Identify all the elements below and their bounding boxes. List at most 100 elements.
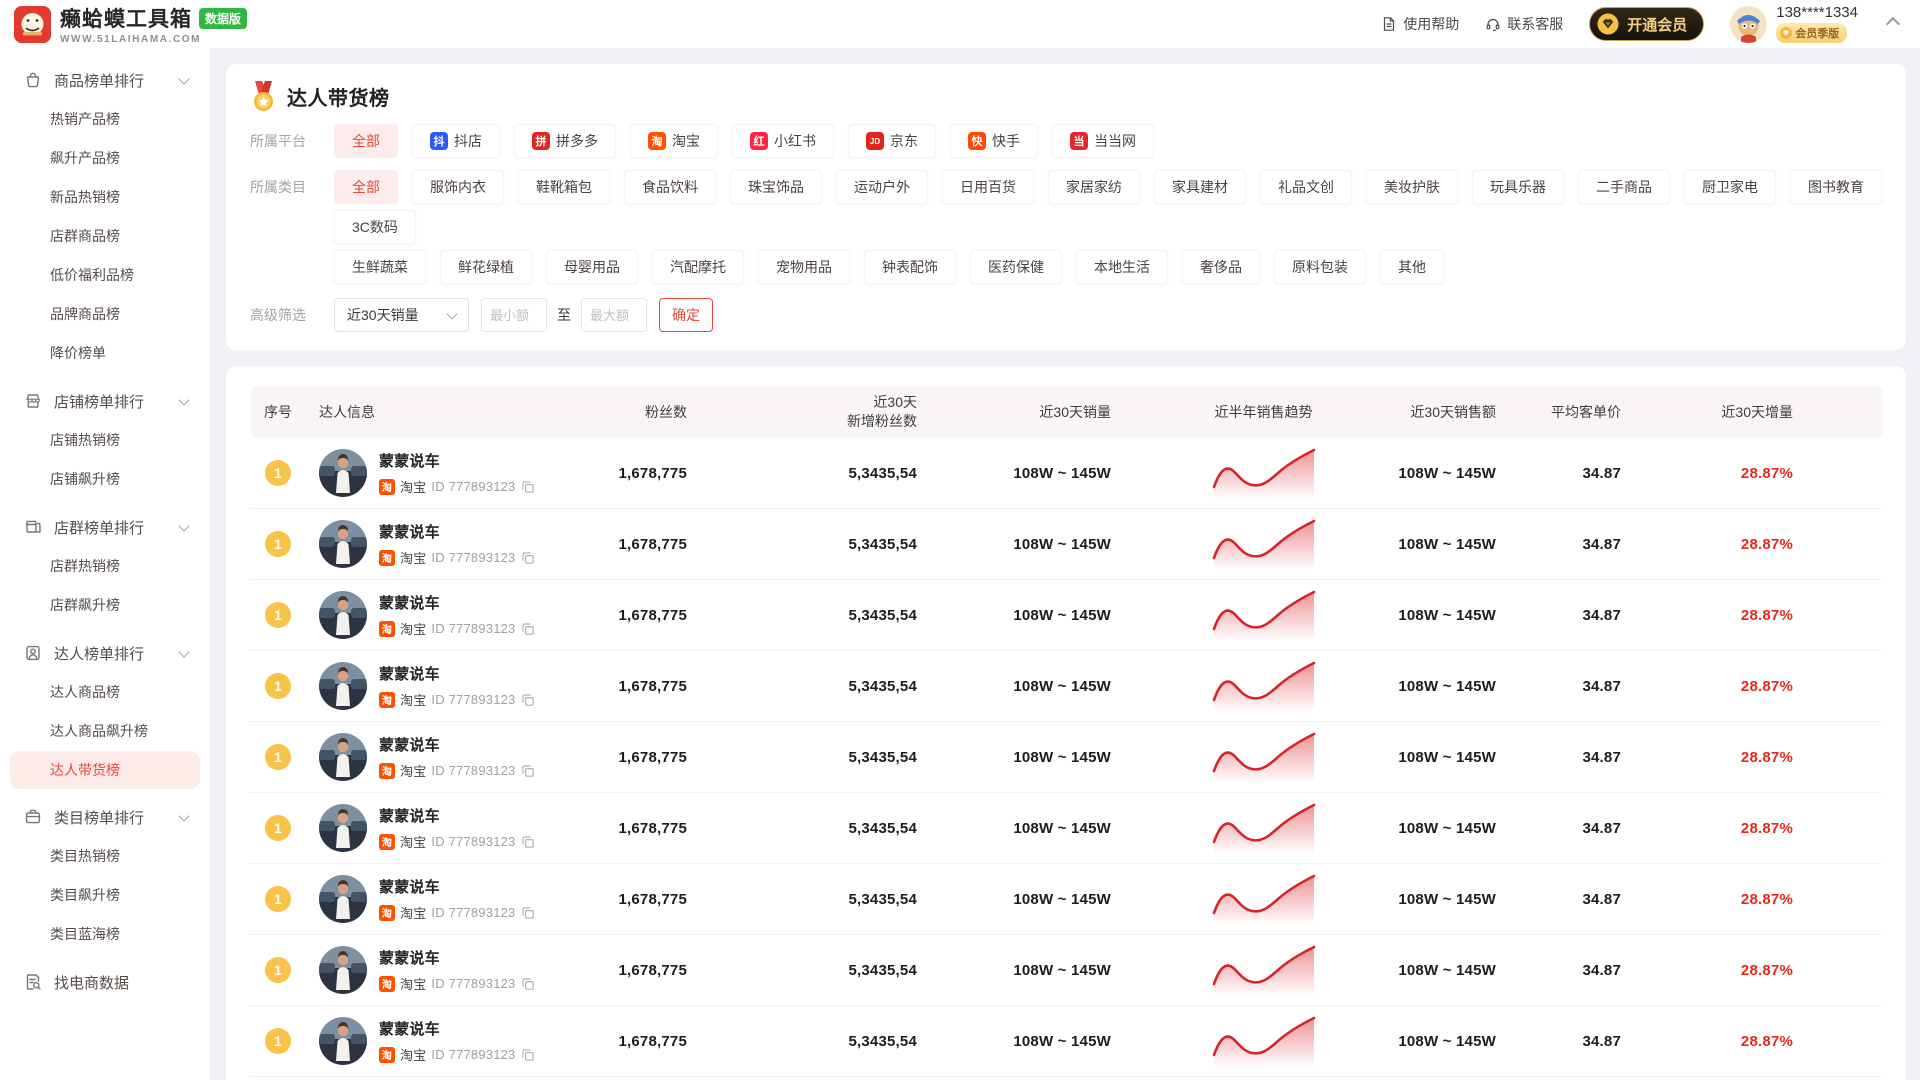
category-pill[interactable]: 家具建材 <box>1154 170 1246 204</box>
category-pill[interactable]: 钟表配饰 <box>864 250 956 284</box>
category-pill[interactable]: 汽配摩托 <box>652 250 744 284</box>
copy-icon[interactable] <box>521 480 535 494</box>
category-pill[interactable]: 日用百货 <box>942 170 1034 204</box>
category-pill[interactable]: 礼品文创 <box>1260 170 1352 204</box>
platform-pill[interactable]: 淘淘宝 <box>630 124 718 158</box>
platform-brand-icon: 当 <box>1070 132 1088 150</box>
category-pill[interactable]: 珠宝饰品 <box>730 170 822 204</box>
sidebar-item[interactable]: 店群热销榜 <box>0 547 210 586</box>
category-pill[interactable]: 运动户外 <box>836 170 928 204</box>
sidebar-section-header[interactable]: 店铺榜单排行 <box>0 381 210 421</box>
sidebar-item[interactable]: 店群飙升榜 <box>0 586 210 625</box>
influencer-avatar[interactable] <box>319 1017 367 1065</box>
category-pill[interactable]: 家居家纺 <box>1048 170 1140 204</box>
copy-icon[interactable] <box>521 764 535 778</box>
confirm-button[interactable]: 确定 <box>659 298 713 332</box>
influencer-name[interactable]: 蒙蒙说车 <box>379 450 535 471</box>
platform-pill[interactable]: 抖抖店 <box>412 124 500 158</box>
platform-pill[interactable]: 红小红书 <box>732 124 834 158</box>
influencer-name[interactable]: 蒙蒙说车 <box>379 734 535 755</box>
min-value-input[interactable] <box>481 298 547 332</box>
influencer-name[interactable]: 蒙蒙说车 <box>379 1018 535 1039</box>
category-pill[interactable]: 厨卫家电 <box>1684 170 1776 204</box>
platform-pill[interactable]: 快快手 <box>950 124 1038 158</box>
sidebar-item[interactable]: 类目蓝海榜 <box>0 915 210 954</box>
sidebar-item[interactable]: 店铺热销榜 <box>0 421 210 460</box>
sidebar-item[interactable]: 品牌商品榜 <box>0 295 210 334</box>
category-pill[interactable]: 服饰内衣 <box>412 170 504 204</box>
sidebar-section-header[interactable]: 达人榜单排行 <box>0 633 210 673</box>
category-pill[interactable]: 图书教育 <box>1790 170 1882 204</box>
platform-pill[interactable]: 全部 <box>334 124 398 158</box>
influencer-avatar[interactable] <box>319 591 367 639</box>
sidebar-section-header[interactable]: 店群榜单排行 <box>0 507 210 547</box>
platform-pill[interactable]: JD京东 <box>848 124 936 158</box>
rank-badge: 1 <box>265 815 291 841</box>
sidebar-item[interactable]: 新品热销榜 <box>0 178 210 217</box>
copy-icon[interactable] <box>521 693 535 707</box>
category-pill[interactable]: 其他 <box>1380 250 1444 284</box>
category-pill[interactable]: 鲜花绿植 <box>440 250 532 284</box>
revenue-30d: 108W ~ 145W <box>1386 536 1496 553</box>
metric-select[interactable]: 近30天销量 <box>334 298 469 332</box>
influencer-avatar[interactable] <box>319 520 367 568</box>
influencer-avatar[interactable] <box>319 662 367 710</box>
sidebar-item[interactable]: 低价福利品榜 <box>0 256 210 295</box>
copy-icon[interactable] <box>521 622 535 636</box>
sidebar-item[interactable]: 降价榜单 <box>0 334 210 373</box>
sidebar-item[interactable]: 热销产品榜 <box>0 100 210 139</box>
copy-icon[interactable] <box>521 977 535 991</box>
avg-order-value: 34.87 <box>1496 749 1621 766</box>
influencer-avatar[interactable] <box>319 733 367 781</box>
copy-icon[interactable] <box>521 906 535 920</box>
category-pill[interactable]: 奢侈品 <box>1182 250 1260 284</box>
influencer-name[interactable]: 蒙蒙说车 <box>379 805 535 826</box>
platform-pill[interactable]: 当当当网 <box>1052 124 1154 158</box>
sidebar-item[interactable]: 类目热销榜 <box>0 837 210 876</box>
sidebar-item[interactable]: 店铺飙升榜 <box>0 460 210 499</box>
category-pill[interactable]: 美妆护肤 <box>1366 170 1458 204</box>
support-link[interactable]: 联系客服 <box>1485 14 1563 34</box>
open-vip-button[interactable]: 开通会员 <box>1589 7 1704 41</box>
help-link[interactable]: 使用帮助 <box>1381 14 1459 34</box>
category-pill[interactable]: 二手商品 <box>1578 170 1670 204</box>
category-pill[interactable]: 玩具乐器 <box>1472 170 1564 204</box>
sidebar-section-header[interactable]: 类目榜单排行 <box>0 797 210 837</box>
category-pill[interactable]: 原料包装 <box>1274 250 1366 284</box>
sidebar-item[interactable]: 店群商品榜 <box>0 217 210 256</box>
influencer-name[interactable]: 蒙蒙说车 <box>379 876 535 897</box>
category-pill[interactable]: 生鲜蔬菜 <box>334 250 426 284</box>
sidebar-item-find-data[interactable]: 找电商数据 <box>0 962 210 1002</box>
category-pill[interactable]: 母婴用品 <box>546 250 638 284</box>
influencer-avatar[interactable] <box>319 875 367 923</box>
platform-name: 淘宝 <box>400 548 426 567</box>
sidebar-item[interactable]: 飙升产品榜 <box>0 139 210 178</box>
category-pill[interactable]: 鞋靴箱包 <box>518 170 610 204</box>
influencer-name[interactable]: 蒙蒙说车 <box>379 663 535 684</box>
copy-icon[interactable] <box>521 1048 535 1062</box>
category-pill[interactable]: 全部 <box>334 170 398 204</box>
category-pill[interactable]: 宠物用品 <box>758 250 850 284</box>
category-pill[interactable]: 3C数码 <box>334 210 416 244</box>
influencer-avatar[interactable] <box>319 946 367 994</box>
user-avatar[interactable] <box>1730 6 1767 43</box>
chevron-up-icon[interactable] <box>1886 17 1900 31</box>
category-pill[interactable]: 食品饮料 <box>624 170 716 204</box>
growth-30d: 28.87% <box>1621 465 1793 482</box>
sidebar-item[interactable]: 达人商品飙升榜 <box>0 712 210 751</box>
copy-icon[interactable] <box>521 551 535 565</box>
sidebar-section-header[interactable]: 商品榜单排行 <box>0 60 210 100</box>
sidebar-item[interactable]: 达人商品榜 <box>0 673 210 712</box>
sidebar-item[interactable]: 类目飙升榜 <box>0 876 210 915</box>
influencer-name[interactable]: 蒙蒙说车 <box>379 947 535 968</box>
platform-pill[interactable]: 拼拼多多 <box>514 124 616 158</box>
influencer-avatar[interactable] <box>319 449 367 497</box>
max-value-input[interactable] <box>581 298 647 332</box>
influencer-name[interactable]: 蒙蒙说车 <box>379 592 535 613</box>
category-pill[interactable]: 医药保健 <box>970 250 1062 284</box>
category-pill[interactable]: 本地生活 <box>1076 250 1168 284</box>
sidebar-item[interactable]: 达人带货榜 <box>10 751 200 789</box>
influencer-name[interactable]: 蒙蒙说车 <box>379 521 535 542</box>
copy-icon[interactable] <box>521 835 535 849</box>
influencer-avatar[interactable] <box>319 804 367 852</box>
